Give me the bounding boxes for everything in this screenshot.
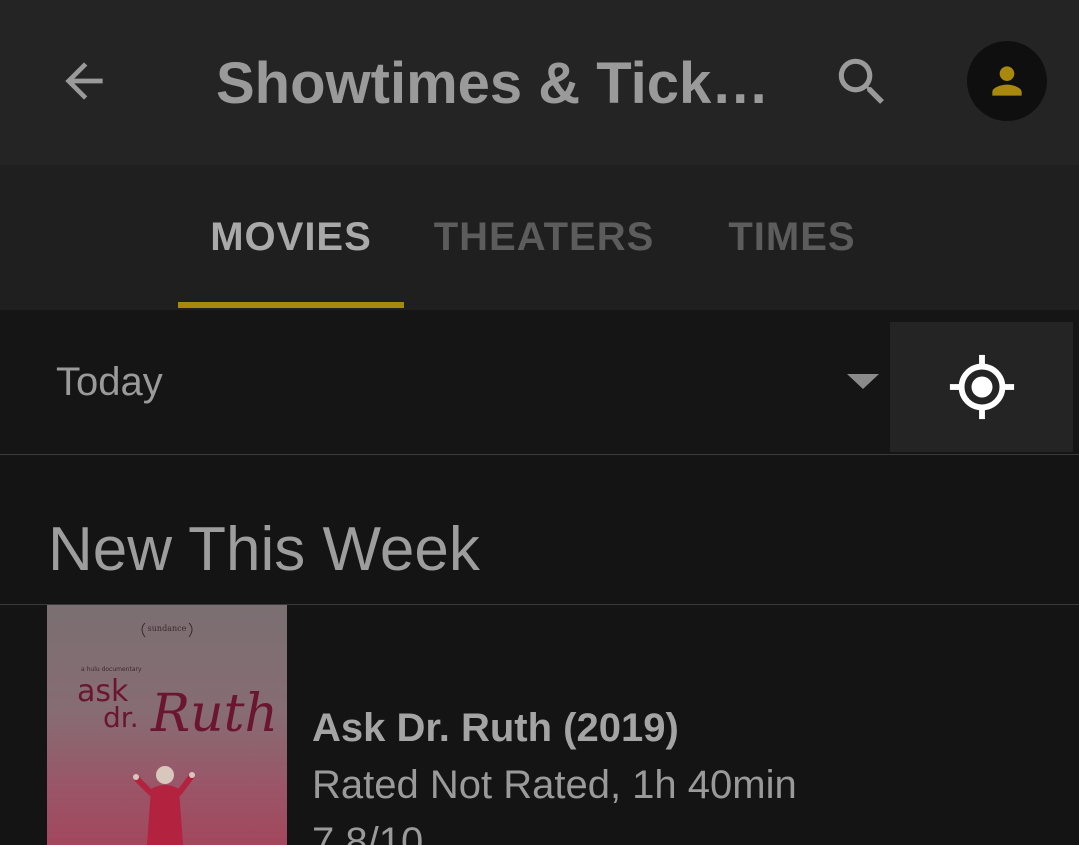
date-dropdown-value: Today (56, 360, 163, 404)
movie-title: Ask Dr. Ruth (2019) (312, 706, 679, 750)
poster-artwork: sundance a hulu documentary ask dr. Ruth (77, 622, 278, 845)
app-root: Showtimes & Tickets MOVIES THEATERS TIME… (0, 0, 1079, 845)
tab-times[interactable]: TIMES (700, 165, 884, 310)
back-button[interactable] (48, 45, 120, 117)
filter-row: Today (0, 310, 1079, 455)
search-icon (838, 58, 884, 104)
tab-theaters[interactable]: THEATERS (420, 165, 668, 310)
movie-meta: Rated Not Rated, 1h 40min (312, 763, 797, 807)
my-location-icon (949, 354, 1014, 420)
poster-tagline: a hulu documentary (81, 666, 142, 673)
my-location-button[interactable] (890, 322, 1073, 452)
top-app-bar: Showtimes & Tickets (0, 0, 1079, 165)
search-button[interactable] (826, 46, 898, 118)
poster-logo-ruth: Ruth (150, 684, 278, 744)
page-title: Showtimes & Tickets (216, 51, 776, 116)
tab-movies[interactable]: MOVIES (178, 165, 404, 310)
arrow-left-icon (65, 62, 103, 100)
section-title: New This Week (48, 515, 480, 584)
movie-poster: sundance a hulu documentary ask dr. Ruth (47, 605, 287, 845)
movie-rating: 7.8/10 (312, 820, 424, 845)
dropdown-arrow-icon (847, 374, 879, 389)
date-dropdown[interactable]: Today (0, 310, 890, 454)
person-icon (992, 66, 1022, 96)
tab-bar: MOVIES THEATERS TIMES (0, 165, 1079, 310)
active-tab-indicator (178, 302, 404, 308)
poster-logo-dr: dr. (103, 701, 139, 734)
poster-figure (133, 766, 195, 845)
account-avatar-button[interactable] (967, 41, 1047, 121)
movie-list-item[interactable]: sundance a hulu documentary ask dr. Ruth (0, 605, 1079, 845)
poster-laurel-text: sundance (148, 624, 187, 633)
